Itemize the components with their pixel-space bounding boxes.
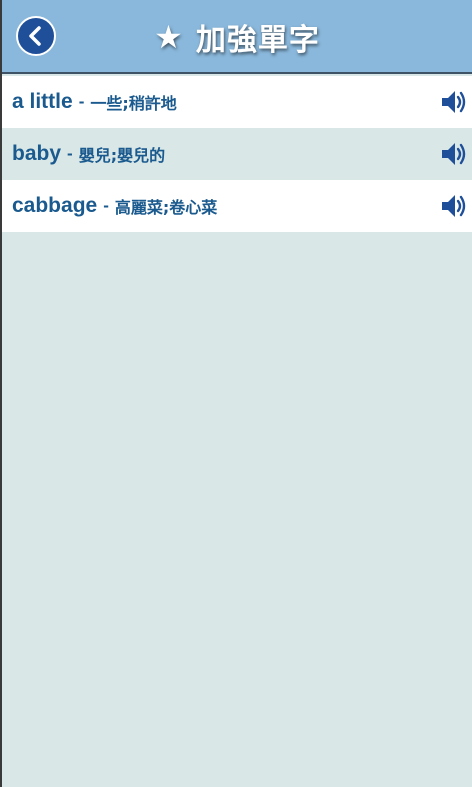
word-separator: - [78,92,85,111]
chevron-left-icon [29,26,41,46]
word-text: cabbage [12,194,98,217]
word-meaning: 高麗菜;卷心菜 [114,198,218,217]
word-text: a little [12,90,73,113]
word-row-cabbage[interactable]: cabbage - 高麗菜;卷心菜 [2,180,472,232]
word-separator: - [103,196,109,215]
word-list: a little - 一些;稍許地 baby - 嬰兒;嬰兒的 cabbage … [2,76,472,232]
page-title-text: 加強單字 [195,23,320,58]
speaker-icon[interactable] [440,140,468,168]
speaker-icon[interactable] [440,88,468,116]
app-screen: ★ 加強單字 a little - 一些;稍許地 baby - 嬰兒;嬰兒的 c… [2,0,472,787]
back-button[interactable] [16,16,56,56]
speaker-icon[interactable] [440,192,468,220]
star-icon: ★ [154,18,184,56]
word-meaning: 一些;稍許地 [90,94,177,113]
word-meaning: 嬰兒;嬰兒的 [78,146,166,165]
header-bar: ★ 加強單字 [2,0,472,74]
word-text: baby [12,142,62,165]
word-row-baby[interactable]: baby - 嬰兒;嬰兒的 [2,128,472,180]
page-title: ★ 加強單字 [2,0,472,74]
word-row-a-little[interactable]: a little - 一些;稍許地 [2,76,472,128]
word-separator: - [67,144,73,163]
